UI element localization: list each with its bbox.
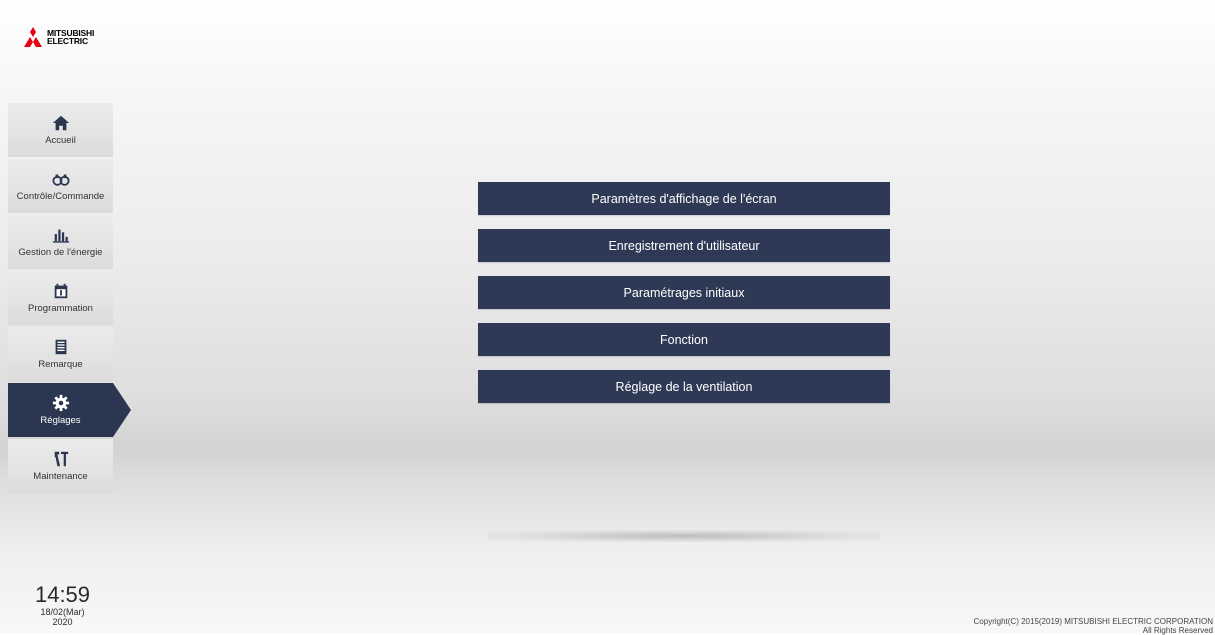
bar-chart-icon bbox=[51, 226, 71, 244]
calendar-icon bbox=[51, 282, 71, 300]
three-diamonds-icon bbox=[24, 27, 42, 47]
screen-display-settings-button[interactable]: Paramètres d'affichage de l'écran bbox=[478, 182, 890, 215]
sidebar-item-label: Remarque bbox=[38, 359, 83, 370]
clock-time: 14:59 bbox=[34, 582, 91, 607]
sidebar-item-remarque[interactable]: Remarque bbox=[8, 327, 113, 381]
function-button[interactable]: Fonction bbox=[478, 323, 890, 356]
copyright-notice: Copyright(C) 2015(2019) MITSUBISHI ELECT… bbox=[974, 617, 1213, 635]
sidebar-item-gestion-energie[interactable]: Gestion de l'énergie bbox=[8, 215, 113, 269]
sidebar-item-accueil[interactable]: Accueil bbox=[8, 103, 113, 157]
settings-menu: Paramètres d'affichage de l'écran Enregi… bbox=[478, 182, 890, 417]
home-icon bbox=[51, 114, 71, 132]
rights-text: All Rights Reserved bbox=[1142, 626, 1213, 635]
gear-icon bbox=[51, 394, 71, 412]
copyright-text: Copyright(C) 2015(2019) MITSUBISHI ELECT… bbox=[973, 617, 1213, 626]
initial-settings-button[interactable]: Paramétrages initiaux bbox=[478, 276, 890, 309]
sidebar-item-maintenance[interactable]: Maintenance bbox=[8, 439, 113, 493]
notes-icon bbox=[51, 338, 71, 356]
tools-icon bbox=[51, 450, 71, 468]
mitsubishi-logo: MITSUBISHI ELECTRIC bbox=[22, 26, 122, 48]
menu-shadow bbox=[488, 530, 880, 542]
sidebar-item-label: Accueil bbox=[45, 135, 76, 146]
sidebar-item-controle-commande[interactable]: Contrôle/Commande bbox=[8, 159, 113, 213]
sidebar-item-reglages[interactable]: Réglages bbox=[8, 383, 131, 437]
sidebar-nav: Accueil Contrôle/Commande Gestion de l'é… bbox=[8, 103, 131, 495]
sidebar-item-label: Gestion de l'énergie bbox=[18, 247, 103, 258]
clock: 14:59 18/02(Mar) 2020 bbox=[30, 582, 95, 628]
binoculars-icon bbox=[51, 170, 71, 188]
sidebar-item-programmation[interactable]: Programmation bbox=[8, 271, 113, 325]
clock-date: 18/02(Mar) bbox=[40, 607, 85, 617]
ventilation-settings-button[interactable]: Réglage de la ventilation bbox=[478, 370, 890, 403]
logo-line-2: ELECTRIC bbox=[47, 36, 88, 46]
user-registration-button[interactable]: Enregistrement d'utilisateur bbox=[478, 229, 890, 262]
clock-year: 2020 bbox=[52, 617, 73, 627]
sidebar-item-label: Maintenance bbox=[33, 471, 88, 482]
sidebar-item-label: Réglages bbox=[40, 415, 81, 426]
sidebar-item-label: Contrôle/Commande bbox=[16, 191, 105, 202]
logo-text: MITSUBISHI ELECTRIC bbox=[47, 29, 94, 46]
sidebar-item-label: Programmation bbox=[28, 303, 93, 314]
